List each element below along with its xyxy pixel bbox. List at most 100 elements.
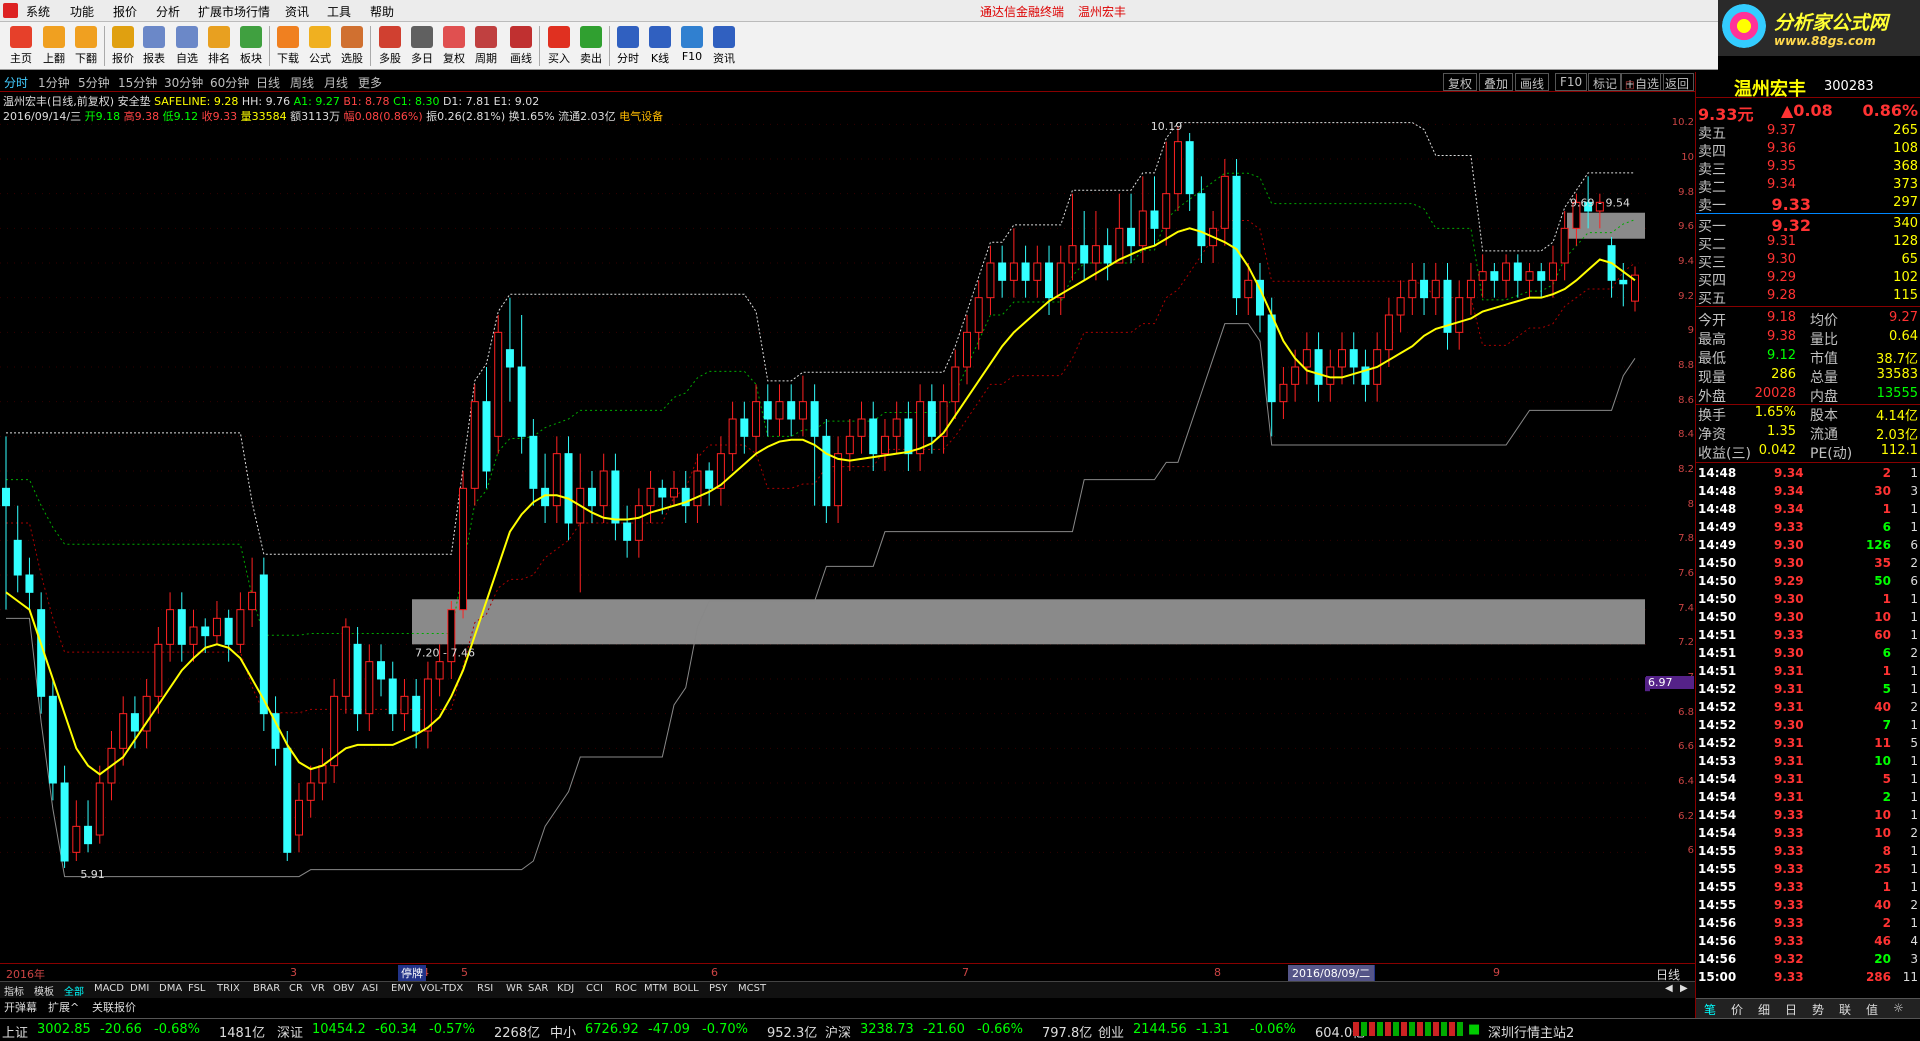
toolbar-button-sell[interactable]: 卖出 xyxy=(572,24,610,68)
toolbar-button-arrow-down[interactable]: 下翻 xyxy=(67,24,105,68)
tick-price: 9.32 xyxy=(1774,952,1804,966)
date-tick: 3 xyxy=(290,966,297,979)
ask-row[interactable]: 卖三 9.35 368 xyxy=(1696,158,1920,178)
tick-count: 1 xyxy=(1910,682,1918,696)
server-status[interactable]: 深圳行情主站2 xyxy=(1488,1022,1574,1041)
indicator-tab-1[interactable]: 模板 xyxy=(34,983,54,998)
chart-action-0[interactable]: 复权 xyxy=(1443,73,1478,91)
chart-action-2[interactable]: 画线 xyxy=(1515,73,1550,91)
timeframe-2[interactable]: 5分钟 xyxy=(78,74,110,91)
ask-row[interactable]: 卖一 9.33 297 xyxy=(1696,194,1920,214)
indicator-tab-13[interactable]: EMV xyxy=(391,983,413,994)
chart-action-1[interactable]: 叠加 xyxy=(1479,73,1514,91)
indicator-tab-7[interactable]: TRIX xyxy=(217,983,240,994)
timeframe-8[interactable]: 月线 xyxy=(324,74,348,91)
toolbar-button-block[interactable]: 板块 xyxy=(232,24,270,68)
quote-tab-3[interactable]: 日 xyxy=(1785,1001,1797,1018)
indicator-tab-2[interactable]: 全部 xyxy=(64,983,84,998)
kline-chart[interactable]: 5.91 7.20 - 7.46 10.19 9.69 - 9.54 xyxy=(0,92,1650,962)
candle-body xyxy=(189,626,198,645)
toolbar-button-select-stock[interactable]: 选股 xyxy=(333,24,371,68)
bid-row[interactable]: 买一 9.32 340 xyxy=(1696,215,1920,235)
quote-tab-0[interactable]: 笔 xyxy=(1704,1001,1716,1018)
indicator-tab-16[interactable]: WR xyxy=(506,983,523,994)
timeframe-0[interactable]: 分时 xyxy=(4,74,28,91)
danmaku-toggle[interactable]: 开弹幕 xyxy=(4,999,37,1015)
bid-row[interactable]: 买四 9.29 102 xyxy=(1696,269,1920,289)
toolbar-button-label: 卖出 xyxy=(580,52,602,65)
toolbar-button-f8[interactable]: 周期 xyxy=(467,24,505,68)
chart-action-4[interactable]: 标记 xyxy=(1588,73,1623,91)
quote-tab-6[interactable]: 值 xyxy=(1866,1001,1878,1018)
indicator-tab-3[interactable]: MACD xyxy=(94,983,124,994)
quote-tab-1[interactable]: 价 xyxy=(1731,1001,1743,1018)
timeframe-9[interactable]: 更多 xyxy=(358,74,382,91)
chart-action-3[interactable]: F10 xyxy=(1555,73,1588,91)
quote-tab-7[interactable]: ☼ xyxy=(1893,1001,1904,1015)
indicator-tab-14[interactable]: VOL-TDX xyxy=(420,983,463,994)
quote-tab-4[interactable]: 势 xyxy=(1812,1001,1824,1018)
indicator-tab-12[interactable]: ASI xyxy=(362,983,378,994)
index-sh-label[interactable]: 上证 xyxy=(2,1022,28,1041)
indicator-tab-15[interactable]: RSI xyxy=(477,983,493,994)
expand-button[interactable]: 扩展^ xyxy=(48,999,79,1015)
ask-row[interactable]: 卖四 9.36 108 xyxy=(1696,140,1920,160)
timeframe-7[interactable]: 周线 xyxy=(290,74,314,91)
index-cy-label[interactable]: 创业 xyxy=(1098,1022,1124,1041)
menu-item-analysis[interactable]: 分析 xyxy=(156,3,180,20)
menu-item-quote[interactable]: 报价 xyxy=(113,3,137,20)
terminal-link[interactable]: 通达信金融终端 xyxy=(980,3,1064,20)
indicator-tab-10[interactable]: VR xyxy=(311,983,325,994)
indicator-tab-9[interactable]: CR xyxy=(289,983,303,994)
menu-item-help[interactable]: 帮助 xyxy=(370,3,394,20)
ask-row[interactable]: 卖二 9.34 373 xyxy=(1696,176,1920,196)
related-quote-button[interactable]: 关联报价 xyxy=(92,999,136,1015)
sector-label[interactable]: 电气设备 xyxy=(619,110,663,123)
timeframe-6[interactable]: 日线 xyxy=(256,74,280,91)
index-sz-label[interactable]: 深证 xyxy=(277,1022,303,1041)
timeframe-3[interactable]: 15分钟 xyxy=(118,74,157,91)
candle-body xyxy=(412,695,421,732)
price-change: ▲0.08 xyxy=(1781,101,1833,120)
bid-row[interactable]: 买五 9.28 115 xyxy=(1696,287,1920,307)
toolbar-button-draw-line[interactable]: 画线 xyxy=(502,24,540,68)
indicator-tab-17[interactable]: SAR xyxy=(528,983,548,994)
menu-item-tools[interactable]: 工具 xyxy=(327,3,351,20)
scroll-left-icon[interactable]: ◀ xyxy=(1665,983,1673,994)
suspension-marker[interactable]: 停牌 xyxy=(398,965,426,981)
bid-row[interactable]: 买二 9.31 128 xyxy=(1696,233,1920,253)
index-hs-label[interactable]: 沪深 xyxy=(825,1022,851,1041)
indicator-tab-4[interactable]: DMI xyxy=(130,983,149,994)
tick-count: 1 xyxy=(1910,808,1918,822)
timeframe-4[interactable]: 30分钟 xyxy=(164,74,203,91)
indicator-tab-11[interactable]: OBV xyxy=(333,983,354,994)
chart-action-6[interactable]: 返回 xyxy=(1660,73,1695,91)
close-chart-icon[interactable]: □ xyxy=(1625,80,1634,91)
bid-row[interactable]: 买三 9.30 65 xyxy=(1696,251,1920,271)
indicator-tab-24[interactable]: MCST xyxy=(738,983,766,994)
indicator-tab-22[interactable]: BOLL xyxy=(673,983,699,994)
menu-item-news[interactable]: 资讯 xyxy=(285,3,309,20)
f10-icon xyxy=(681,26,703,48)
scroll-right-icon[interactable]: ▶ xyxy=(1680,983,1688,994)
ask-row[interactable]: 卖五 9.37 265 xyxy=(1696,122,1920,142)
menu-item-function[interactable]: 功能 xyxy=(70,3,94,20)
indicator-tab-19[interactable]: CCI xyxy=(586,983,603,994)
menu-item-extended-market[interactable]: 扩展市场行情 xyxy=(198,3,270,20)
indicator-tab-18[interactable]: KDJ xyxy=(557,983,574,994)
indicator-tab-0[interactable]: 指标 xyxy=(4,983,24,998)
stock-link[interactable]: 温州宏丰 xyxy=(1078,3,1126,20)
index-zx-label[interactable]: 中小 xyxy=(550,1022,576,1041)
indicator-tab-6[interactable]: FSL xyxy=(188,983,206,994)
indicator-tab-21[interactable]: MTM xyxy=(644,983,667,994)
indicator-tab-20[interactable]: ROC xyxy=(615,983,637,994)
indicator-tab-23[interactable]: PSY xyxy=(709,983,728,994)
timeframe-1[interactable]: 1分钟 xyxy=(38,74,70,91)
timeframe-5[interactable]: 60分钟 xyxy=(210,74,249,91)
quote-tab-5[interactable]: 联 xyxy=(1839,1001,1851,1018)
menu-item-system[interactable]: 系统 xyxy=(26,3,50,20)
toolbar-button-news[interactable]: 资讯 xyxy=(705,24,743,68)
quote-tab-2[interactable]: 细 xyxy=(1758,1001,1770,1018)
indicator-tab-8[interactable]: BRAR xyxy=(253,983,280,994)
indicator-tab-5[interactable]: DMA xyxy=(159,983,182,994)
